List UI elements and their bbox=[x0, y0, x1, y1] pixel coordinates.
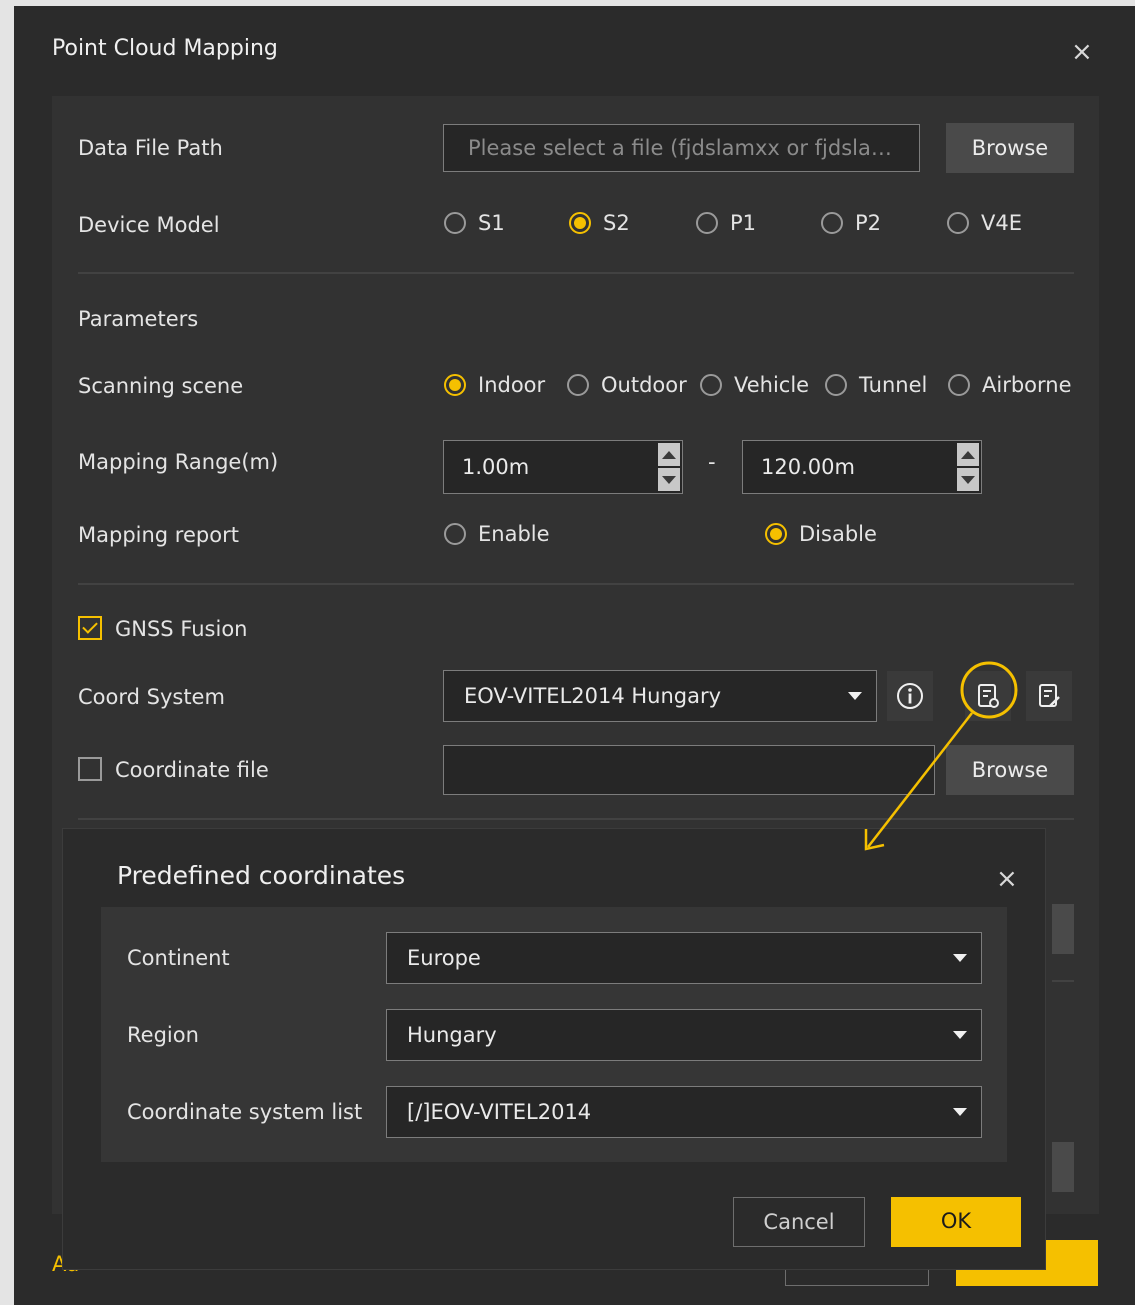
highlight-circle bbox=[960, 661, 1018, 719]
annotation-arrow-icon bbox=[864, 712, 973, 851]
annotation-overlay bbox=[864, 661, 1018, 851]
